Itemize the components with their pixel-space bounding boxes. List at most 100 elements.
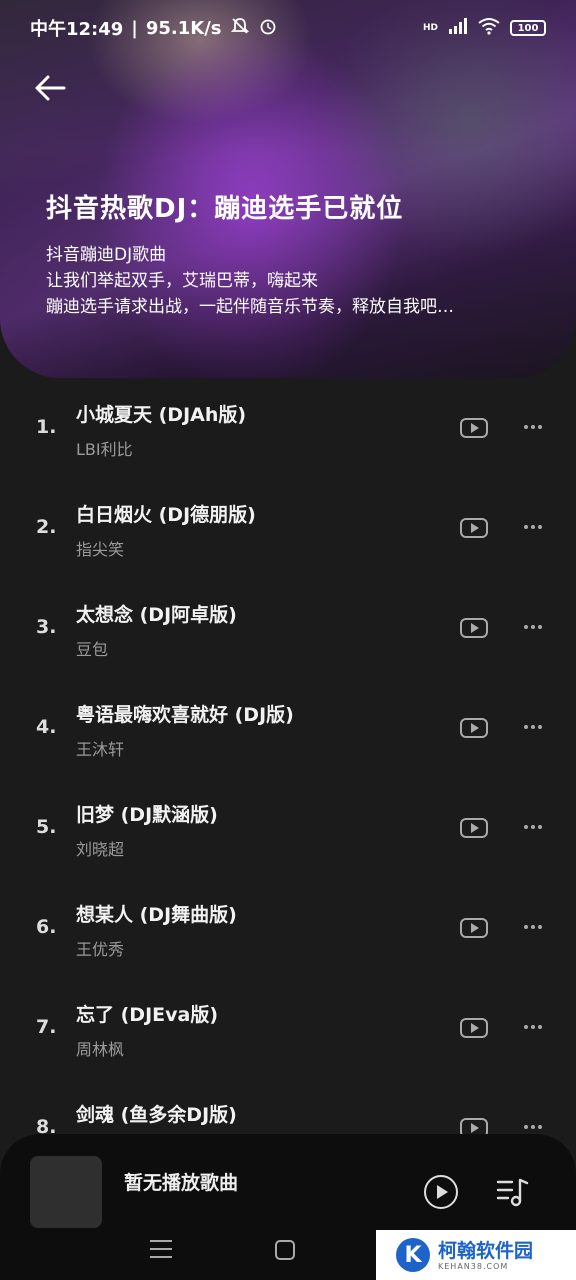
- wifi-icon: [478, 17, 500, 40]
- hd-badge: HD: [422, 23, 438, 33]
- song-title: 太想念 (DJ阿卓版): [76, 604, 237, 626]
- mv-play-button[interactable]: [460, 418, 488, 438]
- song-index: 1.: [36, 416, 57, 438]
- now-playing-text: 暂无播放歌曲: [124, 1172, 239, 1194]
- more-dot-icon: [531, 925, 535, 929]
- more-dot-icon: [524, 525, 528, 529]
- song-row[interactable]: 1. 小城夏天 (DJAh版) LBI利比: [0, 378, 576, 478]
- more-options-button[interactable]: [520, 514, 546, 540]
- more-dot-icon: [538, 1125, 542, 1129]
- song-title: 白日烟火 (DJ德朋版): [76, 504, 256, 526]
- song-row[interactable]: 3. 太想念 (DJ阿卓版) 豆包: [0, 578, 576, 678]
- song-index: 2.: [36, 516, 57, 538]
- description-line: 让我们举起双手，艾瑞巴蒂，嗨起来: [46, 271, 318, 291]
- song-title: 粤语最嗨欢喜就好 (DJ版): [76, 704, 294, 726]
- play-icon: [471, 823, 479, 833]
- song-title: 剑魂 (鱼多余DJ版): [76, 1104, 237, 1126]
- song-index: 6.: [36, 916, 57, 938]
- song-artist: LBI利比: [76, 440, 133, 459]
- more-dot-icon: [538, 525, 542, 529]
- watermark-logo: K: [396, 1238, 430, 1272]
- play-icon: [471, 923, 479, 933]
- song-title: 想某人 (DJ舞曲版): [76, 904, 237, 926]
- play-icon: [471, 1023, 479, 1033]
- more-options-button[interactable]: [520, 914, 546, 940]
- song-title: 小城夏天 (DJAh版): [76, 404, 247, 426]
- more-dot-icon: [531, 1025, 535, 1029]
- menu-line-icon: [150, 1248, 172, 1250]
- song-row[interactable]: 2. 白日烟火 (DJ德朋版) 指尖笑: [0, 478, 576, 578]
- more-dot-icon: [538, 425, 542, 429]
- menu-line-icon: [150, 1256, 172, 1258]
- more-dot-icon: [531, 425, 535, 429]
- more-dot-icon: [531, 825, 535, 829]
- song-index: 4.: [36, 716, 57, 738]
- song-index: 3.: [36, 616, 57, 638]
- music-list-icon: [496, 1178, 529, 1207]
- mute-icon: [230, 16, 250, 41]
- song-artist: 刘晓超: [76, 840, 125, 859]
- back-button[interactable]: [30, 68, 70, 108]
- album-cover[interactable]: [30, 1156, 102, 1228]
- mv-play-button[interactable]: [460, 518, 488, 538]
- recent-apps-button[interactable]: [150, 1240, 172, 1258]
- more-options-button[interactable]: [520, 814, 546, 840]
- more-dot-icon: [538, 1025, 542, 1029]
- more-dot-icon: [531, 725, 535, 729]
- play-icon: [471, 423, 479, 433]
- song-row[interactable]: 4. 粤语最嗨欢喜就好 (DJ版) 王沐轩: [0, 678, 576, 778]
- playlist-title: 抖音热歌DJ：蹦迪选手已就位: [46, 194, 404, 224]
- menu-line-icon: [150, 1240, 172, 1242]
- song-title: 旧梦 (DJ默涵版): [76, 804, 218, 826]
- battery-icon: 100: [510, 20, 546, 36]
- more-options-button[interactable]: [520, 614, 546, 640]
- status-divider: |: [131, 17, 138, 39]
- more-dot-icon: [524, 725, 528, 729]
- more-options-button[interactable]: [520, 714, 546, 740]
- song-list[interactable]: 1. 小城夏天 (DJAh版) LBI利比 2. 白日烟火 (DJ德朋版) 指尖…: [0, 378, 576, 1138]
- mv-play-button[interactable]: [460, 1018, 488, 1038]
- play-icon: [471, 623, 479, 633]
- song-row[interactable]: 7. 忘了 (DJEva版) 周林枫: [0, 978, 576, 1078]
- mv-play-button[interactable]: [460, 818, 488, 838]
- mv-play-button[interactable]: [460, 618, 488, 638]
- more-dot-icon: [531, 625, 535, 629]
- playlist-header: 中午12:49 | 95.1K/s HD 100 抖音热歌DJ：蹦迪选手已就位: [0, 0, 576, 378]
- status-time: 中午12:49: [30, 19, 124, 40]
- more-dot-icon: [531, 525, 535, 529]
- more-dot-icon: [531, 1125, 535, 1129]
- song-artist: 指尖笑: [76, 540, 125, 559]
- more-options-button[interactable]: [520, 414, 546, 440]
- song-index: 7.: [36, 1016, 57, 1038]
- playlist-description[interactable]: 抖音蹦迪DJ歌曲 让我们举起双手，艾瑞巴蒂，嗨起来 蹦迪选手请求出战，一起伴随音…: [46, 242, 536, 320]
- more-dot-icon: [524, 425, 528, 429]
- more-dot-icon: [524, 1025, 528, 1029]
- status-bar: 中午12:49 | 95.1K/s HD 100: [30, 14, 546, 42]
- song-title: 忘了 (DJEva版): [76, 1004, 219, 1026]
- more-dot-icon: [524, 625, 528, 629]
- song-artist: 王优秀: [76, 940, 125, 959]
- more-dot-icon: [538, 825, 542, 829]
- play-icon: [471, 723, 479, 733]
- mv-play-button[interactable]: [460, 918, 488, 938]
- more-dot-icon: [524, 925, 528, 929]
- song-row[interactable]: 8. 剑魂 (鱼多余DJ版): [0, 1078, 576, 1138]
- mv-play-button[interactable]: [460, 718, 488, 738]
- song-artist: 周林枫: [76, 1040, 125, 1059]
- playlist-queue-button[interactable]: [496, 1176, 530, 1208]
- home-button[interactable]: [275, 1240, 295, 1260]
- song-index: 5.: [36, 816, 57, 838]
- status-speed: 95.1K/s: [145, 17, 222, 39]
- more-options-button[interactable]: [520, 1014, 546, 1040]
- alarm-icon: [258, 16, 278, 41]
- more-dot-icon: [538, 625, 542, 629]
- play-icon: [471, 523, 479, 533]
- description-line: 抖音蹦迪DJ歌曲: [46, 245, 167, 265]
- song-row[interactable]: 5. 旧梦 (DJ默涵版) 刘晓超: [0, 778, 576, 878]
- description-line: 蹦迪选手请求出战，一起伴随音乐节奏，释放自我吧…: [46, 297, 454, 317]
- more-dot-icon: [538, 925, 542, 929]
- more-dot-icon: [524, 825, 528, 829]
- song-row[interactable]: 6. 想某人 (DJ舞曲版) 王优秀: [0, 878, 576, 978]
- more-dot-icon: [524, 1125, 528, 1129]
- play-button[interactable]: [424, 1175, 458, 1209]
